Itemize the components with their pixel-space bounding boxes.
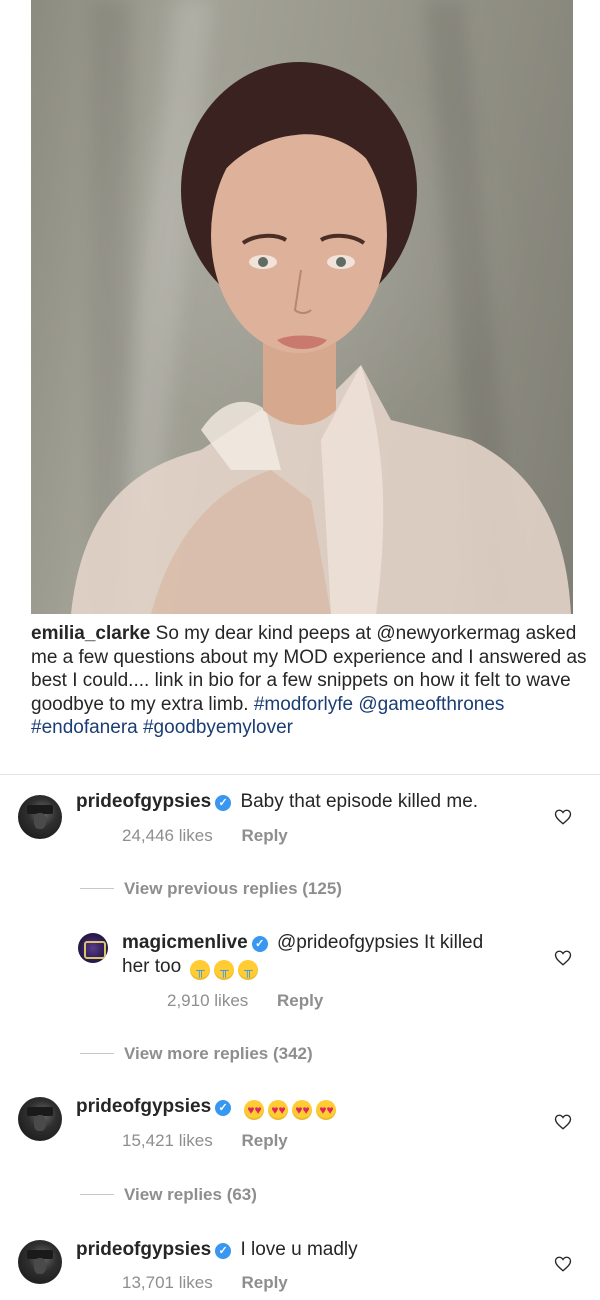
comment-mention-text: @prideofgypsies It killed — [276, 932, 484, 953]
view-replies-label: View more replies (342) — [124, 1044, 313, 1063]
heart-eyes-emoji-icon: ♥♥ — [316, 1100, 337, 1120]
verified-badge-icon: ✓ — [215, 795, 232, 811]
avatar[interactable] — [18, 1240, 62, 1284]
avatar[interactable] — [18, 1097, 62, 1141]
comment-username[interactable]: prideofgypsies — [76, 1096, 211, 1117]
avatar[interactable] — [18, 795, 62, 839]
comment-line: prideofgypsies ✓ I love u madly — [76, 1238, 358, 1262]
view-replies-label: View previous replies (125) — [124, 879, 342, 898]
comment-meta: 15,421 likes Reply — [122, 1131, 288, 1151]
reply-button[interactable]: Reply — [241, 1273, 287, 1292]
crying-face-emoji-icon: ╥ — [214, 960, 235, 980]
comment-line: prideofgypsies ✓ ♥♥ ♥♥ ♥♥ ♥♥ — [76, 1095, 337, 1120]
comment-username[interactable]: prideofgypsies — [76, 1239, 211, 1260]
verified-badge-icon: ✓ — [215, 1100, 232, 1116]
view-replies-label: View replies (63) — [124, 1185, 257, 1204]
comment-meta: 2,910 likes Reply — [167, 991, 323, 1011]
view-replies-button[interactable]: View previous replies (125) — [80, 879, 342, 899]
heart-icon[interactable] — [554, 808, 572, 826]
comment-line: prideofgypsies ✓ Baby that episode killed… — [76, 790, 478, 814]
caption-username[interactable]: emilia_clarke — [31, 623, 150, 644]
comment-text: I love u madly — [240, 1239, 358, 1260]
view-replies-button[interactable]: View replies (63) — [80, 1185, 257, 1205]
comment-meta: 13,701 likes Reply — [122, 1273, 288, 1293]
crying-face-emoji-icon: ╥ — [190, 960, 211, 980]
comment-line: magicmenlive ✓ @prideofgypsies It killed — [122, 931, 483, 955]
divider — [0, 774, 600, 775]
heart-eyes-emoji-icon: ♥♥ — [292, 1100, 313, 1120]
reply-button[interactable]: Reply — [277, 991, 323, 1010]
heart-icon[interactable] — [554, 1255, 572, 1273]
comment-text: Baby that episode killed me. — [240, 791, 479, 812]
post-photo[interactable] — [31, 0, 573, 614]
comment-meta: 24,446 likes Reply — [122, 826, 288, 846]
reply-button[interactable]: Reply — [241, 826, 287, 845]
heart-eyes-emoji-icon: ♥♥ — [268, 1100, 289, 1120]
like-count[interactable]: 13,701 likes — [122, 1273, 213, 1292]
comment-line-2: her too ╥ ╥ ╥ — [122, 955, 259, 980]
post-caption: emilia_clarke So my dear kind peeps at @… — [31, 622, 591, 740]
reply-button[interactable]: Reply — [241, 1131, 287, 1150]
like-count[interactable]: 2,910 likes — [167, 991, 248, 1010]
verified-badge-icon: ✓ — [215, 1243, 232, 1259]
like-count[interactable]: 15,421 likes — [122, 1131, 213, 1150]
crying-face-emoji-icon: ╥ — [238, 960, 259, 980]
avatar[interactable] — [78, 933, 108, 963]
like-count[interactable]: 24,446 likes — [122, 826, 213, 845]
heart-icon[interactable] — [554, 1113, 572, 1131]
heart-eyes-emoji-icon: ♥♥ — [244, 1100, 265, 1120]
comment-text: her too — [122, 956, 182, 977]
comment-username[interactable]: prideofgypsies — [76, 791, 211, 812]
verified-badge-icon: ✓ — [251, 936, 268, 952]
heart-icon[interactable] — [554, 949, 572, 967]
view-replies-button[interactable]: View more replies (342) — [80, 1044, 313, 1064]
comment-username[interactable]: magicmenlive — [122, 932, 248, 953]
